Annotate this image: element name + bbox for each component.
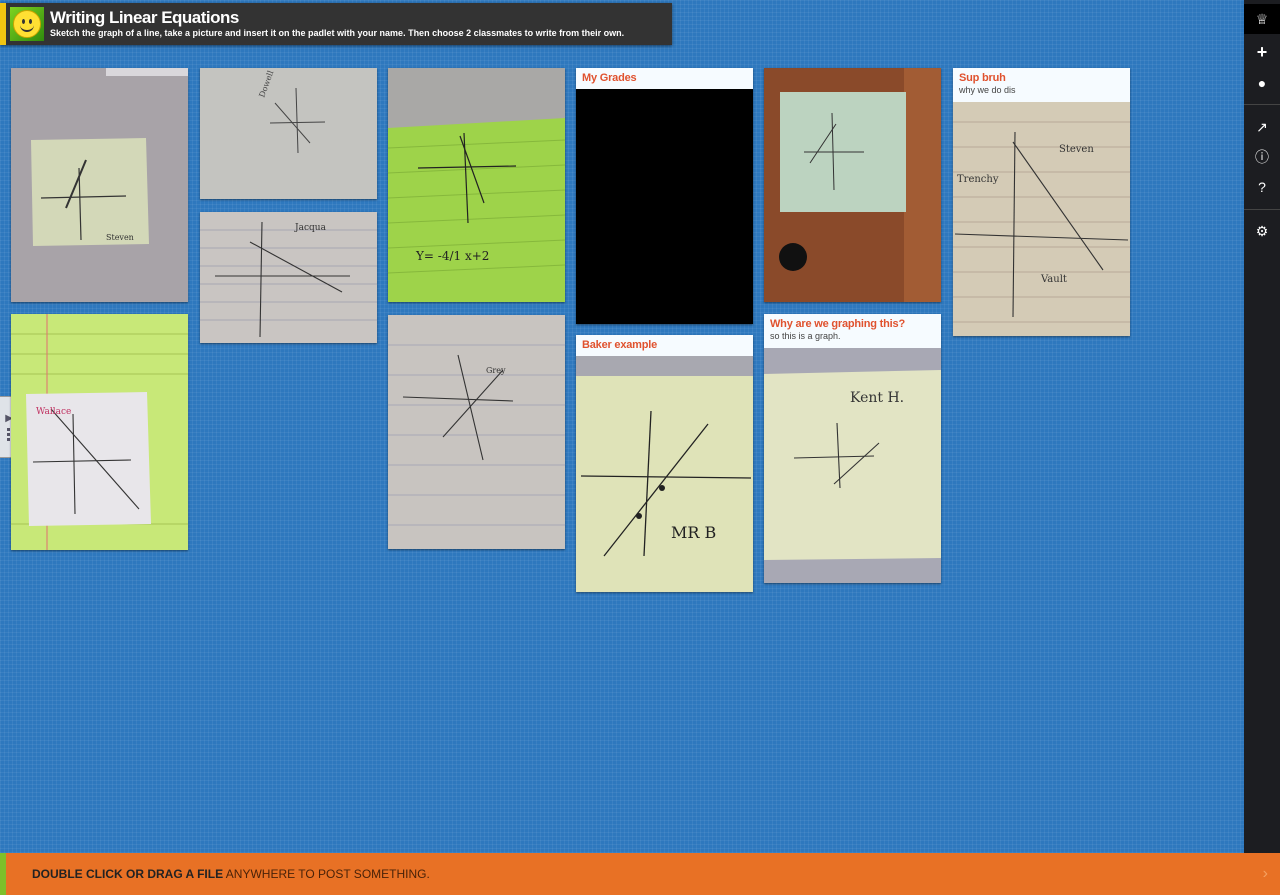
post-prompt-text: DOUBLE CLICK OR DRAG A FILE ANYWHERE TO … — [32, 867, 430, 881]
svg-text:MR B: MR B — [671, 523, 716, 542]
settings-icon[interactable]: ⚙ — [1244, 216, 1280, 246]
info-icon[interactable]: ⓘ — [1244, 142, 1280, 172]
user-icon[interactable]: ● — [1244, 68, 1280, 98]
post-title: Why are we graphing this? — [770, 318, 905, 330]
graph-photo: MR B — [576, 356, 753, 592]
right-toolbar: ♕ + ● ↗ ⓘ ? ⚙ — [1244, 0, 1280, 853]
post-prompt-bar[interactable]: DOUBLE CLICK OR DRAG A FILE ANYWHERE TO … — [0, 853, 1280, 895]
svg-text:Y= -4/1 x+2: Y= -4/1 x+2 — [415, 249, 489, 263]
svg-text:Wallace: Wallace — [36, 407, 71, 417]
post-photo-equation[interactable]: Y= -4/1 x+2 — [388, 68, 565, 302]
post-body: why we do dis — [959, 85, 1016, 95]
post-photo-jacqua[interactable]: Jacqua — [200, 212, 377, 343]
footer-accent — [0, 853, 6, 895]
help-icon[interactable]: ? — [1244, 172, 1280, 202]
svg-text:Grey: Grey — [486, 366, 506, 375]
post-prompt-rest: ANYWHERE TO POST SOMETHING. — [223, 867, 430, 881]
svg-text:Vault: Vault — [1040, 274, 1067, 285]
post-title: My Grades — [582, 72, 637, 84]
post-body: so this is a graph. — [770, 331, 841, 341]
post-photo-green-paper[interactable]: Wallace — [11, 314, 188, 550]
padlet-crown-icon[interactable]: ♕ — [1244, 4, 1280, 34]
wall-header[interactable]: Writing Linear Equations Sketch the grap… — [0, 3, 672, 45]
post-photo-dowell[interactable]: Dowell — [200, 68, 377, 199]
smiley-icon — [13, 10, 41, 38]
svg-text:Jacqua: Jacqua — [294, 223, 327, 233]
graph-photo: Kent H. — [764, 348, 941, 583]
graph-photo: Steven — [11, 68, 188, 302]
post-title: Baker example — [582, 339, 658, 351]
graph-photo: Y= -4/1 x+2 — [388, 68, 565, 302]
graph-photo — [764, 68, 941, 302]
toolbar-divider — [1244, 209, 1280, 210]
post-my-grades[interactable]: My Grades — [576, 68, 753, 324]
svg-text:Steven: Steven — [106, 233, 134, 242]
chevron-right-icon[interactable]: › — [1263, 865, 1268, 883]
graph-photo: Jacqua — [200, 212, 377, 343]
svg-text:Trenchy: Trenchy — [957, 174, 999, 185]
graph-photo: Dowell — [200, 68, 377, 199]
graph-photo: Trenchy Steven Vault — [953, 102, 1130, 336]
header-accent — [0, 3, 6, 45]
add-icon[interactable]: + — [1244, 37, 1280, 67]
toolbar-divider — [1244, 104, 1280, 105]
post-why-graphing[interactable]: Why are we graphing this? so this is a g… — [764, 314, 941, 583]
share-icon[interactable]: ↗ — [1244, 112, 1280, 142]
post-photo-steven[interactable]: Steven — [11, 68, 188, 302]
post-title: Sup bruh — [959, 72, 1006, 84]
post-photo-grey[interactable]: Grey — [388, 315, 565, 549]
video-embed[interactable] — [576, 89, 753, 324]
graph-photo: Wallace — [11, 314, 188, 550]
wall-logo — [10, 7, 44, 41]
graph-photo: Grey — [388, 315, 565, 549]
wall-description: Sketch the graph of a line, take a pictu… — [50, 28, 625, 38]
post-baker-example[interactable]: Baker example MR B — [576, 335, 753, 592]
svg-text:Steven: Steven — [1059, 144, 1094, 155]
post-prompt-action: DOUBLE CLICK OR DRAG A FILE — [32, 867, 224, 881]
wall-title: Writing Linear Equations — [50, 8, 239, 27]
post-sup-bruh[interactable]: Sup bruh why we do dis Trenchy Steven Va… — [953, 68, 1130, 336]
post-photo-wood[interactable] — [764, 68, 941, 302]
svg-text:Kent H.: Kent H. — [850, 390, 904, 406]
